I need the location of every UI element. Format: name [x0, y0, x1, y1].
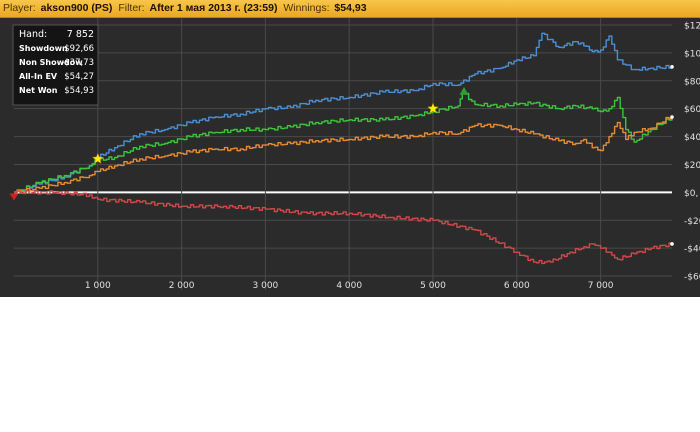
x-tick-label: 6 000	[504, 281, 530, 291]
endpoint-dot	[670, 65, 674, 69]
stats-value: 7 852	[67, 29, 94, 40]
title-bar: Player: akson900 (PS) Filter: After 1 ма…	[0, 0, 700, 18]
player-name[interactable]: akson900 (PS)	[39, 0, 113, 17]
stats-label: Hand:	[19, 29, 47, 40]
x-tick-label: 1 000	[85, 281, 111, 291]
graph-panel: $12 $10 $80 $60 $40 $20 $0, -$20 -$40 -$60 1 000 2…	[0, 18, 700, 297]
winnings-value: $54,93	[334, 2, 367, 14]
y-tick-label: $60	[684, 105, 700, 115]
y-tick-label: $20	[684, 161, 700, 171]
y-tick-label: $12	[684, 21, 700, 31]
y-tick-label: -$20	[684, 217, 700, 227]
y-tick-label: -$60	[684, 273, 700, 283]
series-non_showdown-line	[14, 190, 673, 265]
y-tick-label: $80	[684, 77, 700, 87]
stats-box: Hand: 7 852Showdown$92,66Non Showdow-$37,…	[12, 24, 99, 106]
stats-value: $92,66	[64, 44, 94, 54]
grid	[14, 18, 672, 290]
filter-label: Filter:	[118, 2, 145, 14]
y-tick-label: $0,	[684, 189, 698, 199]
x-tick-label: 2 000	[169, 281, 195, 291]
stats-label: Showdown	[19, 44, 68, 53]
stats-value: $54,27	[64, 72, 94, 82]
stats-value: $54,93	[64, 86, 94, 96]
triangle-up-marker	[459, 86, 469, 95]
filter-value[interactable]: After 1 мая 2013 г. (23:59)	[148, 0, 278, 17]
winnings-label: Winnings:	[283, 2, 330, 14]
y-tick-label: $10	[684, 49, 700, 59]
stats-label: Net Won	[19, 86, 58, 95]
series-lines	[14, 32, 673, 265]
markers	[9, 65, 674, 246]
player-label: Player:	[3, 2, 36, 14]
y-tick-label: $40	[684, 133, 700, 143]
x-tick-label: 5 000	[420, 281, 446, 291]
x-tick-label: 7 000	[588, 281, 614, 291]
y-tick-label: -$40	[684, 245, 700, 255]
stats-label: All-In EV	[19, 72, 58, 81]
x-axis: 1 000 2 000 3 000 4 000 5 000 6 000 7 000	[85, 281, 614, 291]
stats-value: -$37,73	[61, 58, 94, 68]
series-all_in_ev-line	[14, 115, 673, 194]
endpoint-dot	[670, 115, 674, 119]
endpoint-dot	[670, 242, 674, 246]
winnings-graph: $12 $10 $80 $60 $40 $20 $0, -$20 -$40 -$60 1 000 2…	[9, 18, 700, 291]
y-axis: $12 $10 $80 $60 $40 $20 $0, -$20 -$40 -$60	[684, 21, 700, 282]
x-tick-label: 4 000	[336, 281, 362, 291]
x-tick-label: 3 000	[253, 281, 279, 291]
triangle-down-marker	[9, 193, 19, 201]
